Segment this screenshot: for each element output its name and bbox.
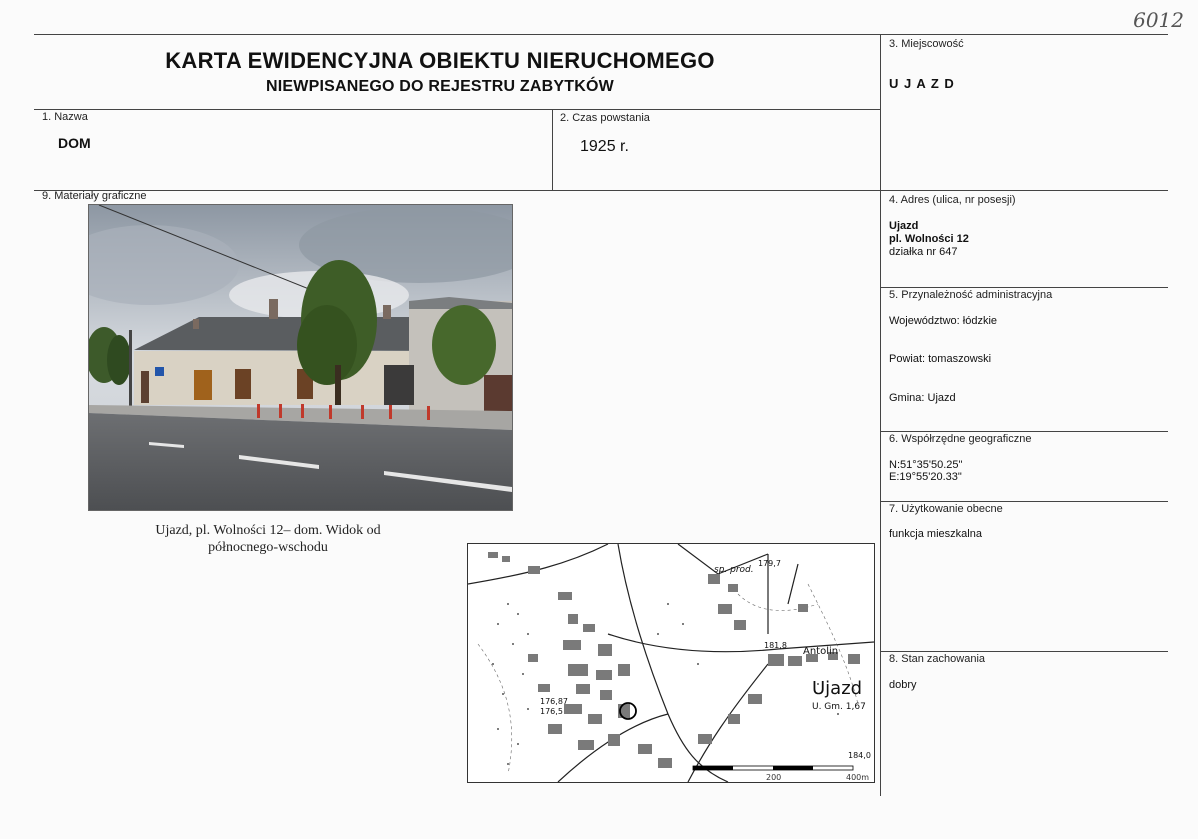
map-elev-184: 184,0 (848, 751, 871, 760)
page-number-mark: 6012 (1133, 8, 1184, 32)
map-gmina-label: U. Gm. 1,67 (812, 702, 866, 712)
field-label-czas: 2. Czas powstania (560, 112, 650, 124)
map-scale-label-200: 200 (766, 773, 781, 782)
field-value-stan: dobry (889, 679, 917, 691)
row1-bottom-line (34, 190, 1168, 191)
field-value-nazwa: DOM (58, 135, 91, 151)
right-sep-5-6 (880, 431, 1168, 432)
address-line-3: działka nr 647 (889, 246, 958, 258)
field-label-nazwa: 1. Nazwa (42, 111, 88, 123)
coord-n: N:51°35'50.25" (889, 459, 963, 471)
admin-gmina: Gmina: Ujazd (889, 392, 956, 404)
building-photo (88, 204, 513, 511)
field-label-wspolrzedne: 6. Współrzędne geograficzne (889, 433, 1032, 445)
title-bottom-line (34, 109, 880, 110)
name-date-divider (552, 109, 553, 191)
coord-e: E:19°55'20.33" (889, 471, 962, 483)
map-antolin-label: Antolin (803, 646, 838, 657)
top-border (34, 34, 1168, 35)
right-sep-7-8 (880, 651, 1168, 652)
right-column-divider (880, 34, 881, 796)
caption-line-2: północnego-wschodu (208, 540, 328, 555)
location-map: 200 400m Ujazd U. Gm. 1,67 Antolin sp. p… (467, 543, 875, 783)
admin-wojewodztwo: Województwo: łódzkie (889, 315, 998, 327)
field-value-czas: 1925 r. (580, 138, 629, 155)
map-elev-176-87: 176,87 (540, 697, 568, 706)
document-title: KARTA EWIDENCYJNA OBIEKTU NIERUCHOMEGO (165, 48, 715, 73)
field-label-materialy: 9. Materiały graficzne (42, 190, 147, 202)
admin-powiat: Powiat: tomaszowski (889, 353, 992, 365)
field-label-adres: 4. Adres (ulica, nr posesji) (889, 194, 1016, 206)
caption-line-1: Ujazd, pl. Wolności 12– dom. Widok od (155, 523, 381, 538)
map-elev-181: 181,8 (764, 641, 787, 650)
document-subtitle: NIEWPISANEGO DO REJESTRU ZABYTKÓW (266, 78, 614, 95)
field-label-miejscowosc: 3. Miejscowość (889, 38, 964, 50)
field-label-stan: 8. Stan zachowania (889, 653, 986, 665)
field-value-uzytkowanie: funkcja mieszkalna (889, 528, 982, 540)
photo-caption: Ujazd, pl. Wolności 12– dom. Widok od pó… (118, 522, 418, 556)
right-sep-6-7 (880, 501, 1168, 502)
field-label-uzytkowanie: 7. Użytkowanie obecne (889, 503, 1003, 515)
address-line-2: pl. Wolności 12 (889, 233, 969, 245)
map-elev-179: 179,7 (758, 559, 781, 568)
map-elev-176-5: 176,5 (540, 707, 563, 716)
right-sep-4-5 (880, 287, 1168, 288)
map-town-label: Ujazd (812, 678, 862, 699)
field-label-przynaleznosc: 5. Przynależność administracyjna (889, 289, 1053, 301)
map-scale-label-400m: 400m (846, 773, 869, 782)
field-value-miejscowosc: U J A Z D (889, 76, 955, 91)
address-line-1: Ujazd (889, 220, 919, 232)
map-sp-prod-label: sp. prod. (714, 565, 754, 575)
